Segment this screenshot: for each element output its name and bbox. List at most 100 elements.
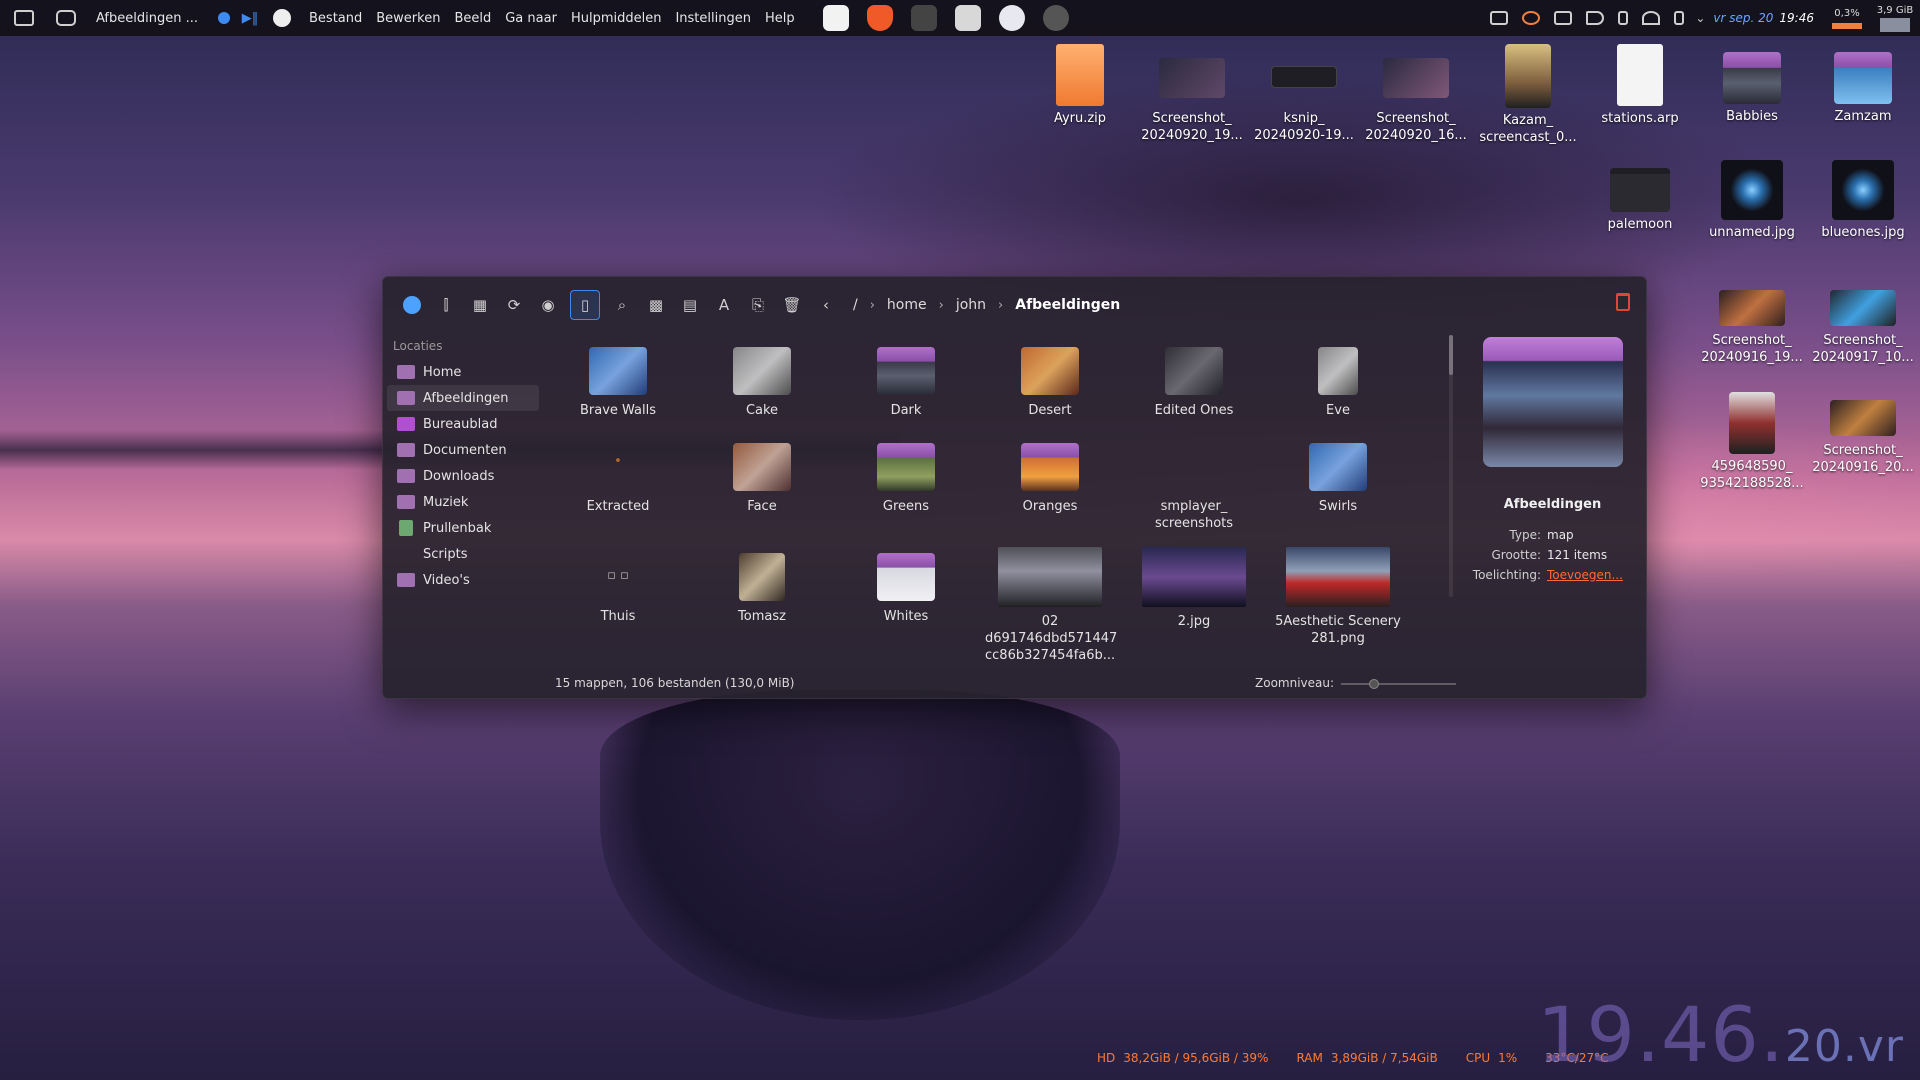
tray-date[interactable]: vr sep. 20 <box>1713 11 1773 25</box>
chevron-down-icon[interactable]: ⌄ <box>1695 11 1705 25</box>
add-comment-link[interactable]: Toevoegen... <box>1547 568 1623 582</box>
desktop-icon-babbies[interactable]: Babbies <box>1700 44 1804 125</box>
active-window-title[interactable]: Afbeeldingen ... <box>84 0 210 36</box>
details-view-button[interactable]: ▤ <box>678 293 702 317</box>
tray-time[interactable]: 19:46 <box>1779 11 1814 25</box>
breadcrumb-root[interactable]: / <box>853 297 858 313</box>
desktop-icon-ksnip[interactable]: ksnip_ 20240920-19... <box>1252 44 1356 144</box>
media-indicator[interactable] <box>210 0 238 36</box>
file-item[interactable]: 02 d691746dbd571447 cc86b327454fa6b... <box>985 547 1117 664</box>
folder-item[interactable]: Greens <box>841 443 971 515</box>
menu-beeld[interactable]: Beeld <box>447 0 498 36</box>
sidebar-item-documenten[interactable]: Documenten <box>387 437 539 463</box>
show-hidden-button[interactable]: ◉ <box>536 293 560 317</box>
desktop-icon-stations-arp[interactable]: stations.arp <box>1588 44 1692 127</box>
folder-item[interactable]: Swirls <box>1273 443 1403 515</box>
app-menu-button[interactable] <box>400 293 424 317</box>
zoom-slider[interactable] <box>1341 679 1456 689</box>
menu-hulpmiddelen[interactable]: Hulpmiddelen <box>564 0 669 36</box>
sidebar-item-muziek[interactable]: Muziek <box>387 489 539 515</box>
sidebar-item-afbeeldingen[interactable]: Afbeeldingen <box>387 385 539 411</box>
panels-button[interactable]: ▦ <box>468 293 492 317</box>
menu-ga-naar[interactable]: Ga naar <box>498 0 564 36</box>
folder-item[interactable]: Desert <box>985 347 1115 419</box>
desktop-icon-zamzam[interactable]: Zamzam <box>1811 44 1915 125</box>
split-view-button[interactable]: ⫿ <box>434 293 458 317</box>
image-thumbnail-icon <box>1271 66 1337 88</box>
volume-icon[interactable] <box>1586 11 1605 25</box>
desktop-icon-screenshot-5[interactable]: Screenshot_ 20240916_20... <box>1811 400 1915 476</box>
folder-item[interactable]: Tomasz <box>697 553 827 625</box>
breadcrumb-home[interactable]: home <box>887 297 927 313</box>
update-icon[interactable] <box>1522 11 1541 25</box>
wifi-icon[interactable] <box>1642 11 1661 25</box>
new-file-button[interactable]: ⎘ <box>746 293 770 317</box>
play-pause-icon[interactable]: ▶‖ <box>238 0 262 36</box>
sidebar-item-label: Video's <box>423 572 470 588</box>
sidebar-item-downloads[interactable]: Downloads <box>387 463 539 489</box>
delete-button[interactable]: 🗑 <box>780 293 804 317</box>
folder-item[interactable]: Cake <box>697 347 827 419</box>
desktop-icon-ayru-zip[interactable]: Ayru.zip <box>1028 44 1132 127</box>
sidebar-item-videos[interactable]: Video's <box>387 567 539 593</box>
desktop-icon-palemoon[interactable]: palemoon <box>1588 168 1692 233</box>
folder-item[interactable]: Face <box>697 443 827 515</box>
chat-icon[interactable] <box>1490 11 1509 25</box>
back-button[interactable]: ‹ <box>814 293 838 317</box>
breadcrumb-current[interactable]: Afbeeldingen <box>1015 297 1120 313</box>
sidebar-item-bureaublad[interactable]: Bureaublad <box>387 411 539 437</box>
cpu-mini-monitor[interactable]: 0,3% <box>1824 7 1870 29</box>
desktop-icon-blueones-jpg[interactable]: blueones.jpg <box>1811 160 1915 241</box>
menu-help[interactable]: Help <box>758 0 802 36</box>
search-button[interactable]: ⌕ <box>610 293 634 317</box>
desktop-icon-unnamed-jpg[interactable]: unnamed.jpg <box>1700 160 1804 241</box>
desktop-icon-screenshot-2[interactable]: Screenshot_ 20240920_16... <box>1364 44 1468 144</box>
empty-trash-icon[interactable] <box>1616 293 1630 311</box>
battery-icon[interactable] <box>1674 11 1685 25</box>
folder-item[interactable]: Whites <box>841 553 971 625</box>
global-menu-icon[interactable] <box>262 0 302 36</box>
folder-item[interactable]: Oranges <box>985 443 1115 515</box>
ram-mini-monitor[interactable]: 3,9 GiB <box>1870 4 1920 32</box>
taskbar-brave[interactable] <box>858 0 902 36</box>
taskbar-editor[interactable] <box>946 0 990 36</box>
clipboard-icon[interactable] <box>1554 11 1573 25</box>
app-launcher[interactable] <box>0 0 48 36</box>
taskbar-terminal[interactable] <box>814 0 858 36</box>
taskbar-camera[interactable] <box>902 0 946 36</box>
vertical-scrollbar[interactable] <box>1449 335 1453 597</box>
folder-item[interactable]: ▫ ▫ Thuis <box>553 553 683 625</box>
desktop-icon-screenshot-1[interactable]: Screenshot_ 20240920_19... <box>1140 44 1244 144</box>
breadcrumb-john[interactable]: john <box>956 297 986 313</box>
scrollbar-thumb[interactable] <box>1449 335 1453 375</box>
desktop-icon-screenshot-3[interactable]: Screenshot_ 20240916_19... <box>1700 290 1804 366</box>
reload-button[interactable]: ⟳ <box>502 293 526 317</box>
folder-item[interactable]: smplayer_ screenshots <box>1129 443 1259 532</box>
sidebar-item-scripts[interactable]: Scripts <box>387 541 539 567</box>
file-item[interactable]: 5Aesthetic Scenery 281.png <box>1273 547 1403 647</box>
rename-button[interactable]: A <box>712 293 736 317</box>
sidebar-item-prullenbak[interactable]: Prullenbak <box>387 515 539 541</box>
item-label: Eve <box>1326 403 1350 418</box>
taskbar-settings[interactable] <box>1034 0 1078 36</box>
screenshot-button[interactable] <box>48 0 84 36</box>
sidebar-item-home[interactable]: Home <box>387 359 539 385</box>
menu-bestand[interactable]: Bestand <box>302 0 369 36</box>
menu-instellingen[interactable]: Instellingen <box>668 0 758 36</box>
file-item[interactable]: 2.jpg <box>1129 547 1259 630</box>
bookmark-button[interactable]: ▯ <box>570 290 600 320</box>
folder-item[interactable]: Brave Walls <box>553 347 683 419</box>
phone-icon[interactable] <box>1618 11 1629 25</box>
folder-item[interactable]: • Extracted <box>553 443 683 515</box>
folder-item[interactable]: Edited Ones <box>1129 347 1259 419</box>
folder-item[interactable]: Eve <box>1273 347 1403 419</box>
item-label: Tomasz <box>738 609 786 624</box>
taskbar-sphere[interactable] <box>990 0 1034 36</box>
zoom-slider-handle[interactable] <box>1369 679 1379 689</box>
desktop-icon-kazam[interactable]: Kazam_ screencast_0... <box>1476 44 1580 146</box>
desktop-icon-459648590[interactable]: 459648590_ 93542188528... <box>1700 392 1804 492</box>
desktop-icon-screenshot-4[interactable]: Screenshot_ 20240917_10... <box>1811 290 1915 366</box>
folder-item[interactable]: Dark <box>841 347 971 419</box>
menu-bewerken[interactable]: Bewerken <box>369 0 447 36</box>
icons-view-button[interactable]: ▩ <box>644 293 668 317</box>
